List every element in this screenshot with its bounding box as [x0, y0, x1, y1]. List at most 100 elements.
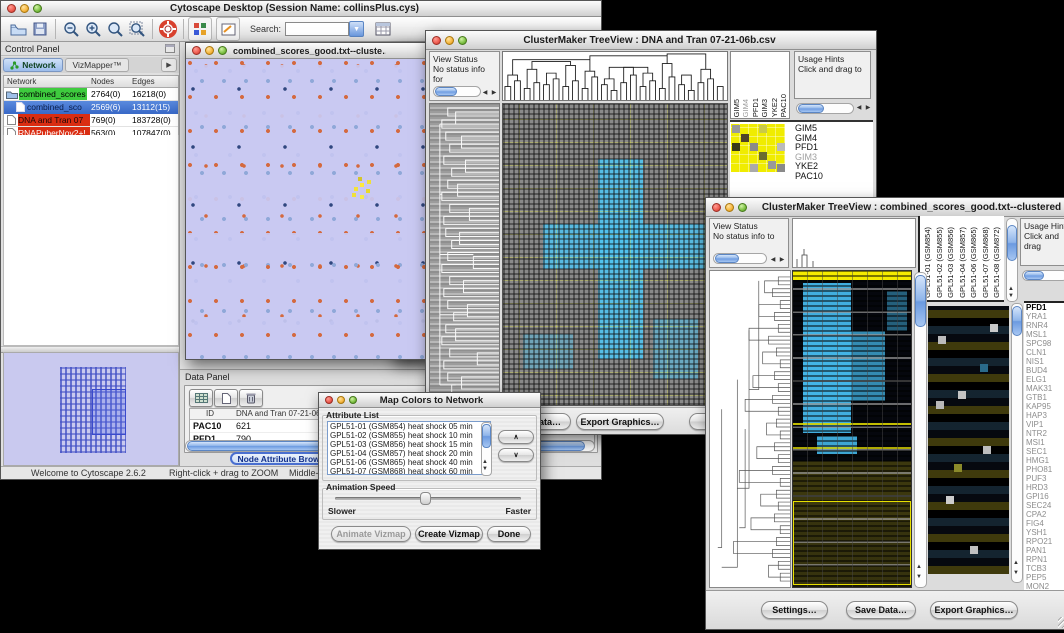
zoom-in-button[interactable] [82, 18, 104, 40]
close-button[interactable] [7, 4, 16, 13]
export-graphics-button[interactable]: Export Graphics… [930, 601, 1018, 619]
search-input[interactable] [285, 22, 349, 36]
treeview1-title-bar[interactable]: ClusterMaker TreeView : DNA and Tran 07-… [426, 31, 876, 50]
new-attribute-button[interactable] [214, 389, 238, 407]
minimize-button[interactable] [205, 46, 214, 55]
zoom-button[interactable] [349, 396, 357, 404]
zoom-out-button[interactable] [60, 18, 82, 40]
scroll-thumb[interactable] [435, 87, 457, 96]
delete-attribute-button[interactable] [239, 389, 263, 407]
zoom-heatmap[interactable] [928, 306, 1009, 574]
attribute-list-item[interactable]: GPL51-06 (GSM865) heat shock 40 min [330, 458, 490, 467]
zoom-selected-button[interactable] [104, 18, 126, 40]
attribute-mapper-button[interactable] [188, 17, 212, 41]
mini-heatmap[interactable] [731, 124, 785, 172]
main-heatmap[interactable] [502, 103, 728, 406]
zoom-vscrollbar[interactable] [1011, 303, 1023, 583]
resize-grip[interactable] [1058, 617, 1064, 628]
browser-table-button[interactable] [372, 18, 394, 40]
scroll-thumb[interactable] [1007, 225, 1017, 261]
speed-slider-thumb[interactable] [420, 492, 431, 505]
network-row-selected[interactable]: combined_sco 2569(6) 13112(15) [4, 101, 178, 114]
minimize-button[interactable] [337, 396, 345, 404]
tab-vizmapper[interactable]: VizMapper™ [65, 58, 129, 72]
zoom-fit-button[interactable] [126, 18, 148, 40]
id-header[interactable]: ID [206, 409, 214, 419]
scroll-thumb[interactable] [1024, 271, 1044, 280]
scroll-thumb[interactable] [915, 275, 926, 327]
help-button[interactable] [157, 18, 179, 40]
close-button[interactable] [325, 396, 333, 404]
annotation-button[interactable] [216, 17, 240, 41]
scroll-down-arrow[interactable]: ▼ [1012, 570, 1020, 576]
header-nodes[interactable]: Nodes [91, 76, 131, 87]
scroll-up-arrow[interactable]: ▲ [915, 564, 923, 570]
treeview2-title-bar[interactable]: ClusterMaker TreeView : combined_scores_… [706, 198, 1064, 217]
column-dendrogram[interactable] [502, 51, 728, 101]
heatmap-vscrollbar[interactable] [914, 272, 927, 588]
attribute-list-item[interactable]: GPL51-02 (GSM855) heat shock 10 min [330, 431, 490, 440]
zoom-button[interactable] [33, 4, 42, 13]
scroll-down-arrow[interactable]: ▼ [1007, 293, 1015, 299]
row-dendrogram[interactable] [709, 270, 791, 588]
open-session-button[interactable] [7, 18, 29, 40]
usage-scrollbar[interactable] [1022, 270, 1064, 281]
network-list-header[interactable]: Network Nodes Edges [4, 76, 178, 88]
zoom-button[interactable] [458, 36, 467, 45]
save-session-button[interactable] [29, 18, 51, 40]
tab-network[interactable]: Network [3, 58, 63, 72]
header-edges[interactable]: Edges [132, 76, 179, 87]
scroll-down-arrow[interactable]: ▼ [481, 466, 489, 472]
scroll-down-arrow[interactable]: ▼ [915, 574, 923, 580]
attribute-list-item[interactable]: GPL51-01 (GSM854) heat shock 05 min [330, 422, 490, 431]
export-graphics-button[interactable]: Export Graphics… [576, 413, 664, 430]
attribute-list-item[interactable]: GPL51-04 (GSM857) heat shock 20 min [330, 449, 490, 458]
network-canvas[interactable] [186, 59, 426, 359]
minimize-button[interactable] [445, 36, 454, 45]
settings-button[interactable]: Settings… [761, 601, 828, 619]
dialog-title-bar[interactable]: Map Colors to Network [319, 393, 540, 408]
scroll-thumb[interactable] [798, 104, 824, 113]
attribute-column-header[interactable]: DNA and Tran 07-21-06b [236, 409, 325, 419]
network-title-bar[interactable]: combined_scores_good.txt--cluste… [186, 43, 426, 59]
scroll-left-arrow[interactable]: ◀ [769, 257, 777, 263]
main-title-bar[interactable]: Cytoscape Desktop (Session Name: collins… [1, 1, 601, 17]
minimize-button[interactable] [725, 203, 734, 212]
scroll-left-arrow[interactable]: ◀ [855, 105, 863, 111]
scroll-thumb[interactable] [482, 424, 491, 448]
main-heatmap[interactable] [792, 270, 912, 588]
header-network[interactable]: Network [7, 76, 36, 87]
attribute-list-item[interactable]: GPL51-07 (GSM868) heat shock 60 min [330, 467, 490, 475]
attribute-list-item[interactable]: GPL51-03 (GSM856) heat shock 15 min [330, 440, 490, 449]
close-button[interactable] [712, 203, 721, 212]
network-overview[interactable] [3, 352, 179, 466]
attribute-select-button[interactable] [189, 389, 213, 407]
overview-viewport-rect[interactable] [92, 389, 126, 435]
status-scrollbar[interactable] [713, 253, 767, 264]
minimize-button[interactable] [20, 4, 29, 13]
close-button[interactable] [192, 46, 201, 55]
create-vizmap-button[interactable]: Create Vizmap [415, 526, 483, 542]
scroll-up-arrow[interactable]: ▲ [1012, 560, 1020, 566]
save-data-button[interactable]: Save Data… [846, 601, 916, 619]
network-row[interactable]: combined_scores 2764(0) 16218(0) [4, 88, 178, 101]
status-scrollbar[interactable] [433, 86, 481, 97]
move-up-button[interactable]: ∧ [498, 430, 534, 444]
usage-scrollbar[interactable] [796, 103, 854, 114]
animate-vizmap-button[interactable]: Animate Vizmap [331, 526, 411, 542]
zoom-button[interactable] [218, 46, 227, 55]
float-panel-icon[interactable] [165, 44, 175, 53]
scroll-thumb[interactable] [1012, 306, 1022, 336]
column-dendrogram[interactable] [792, 218, 916, 268]
network-row[interactable]: DNA and Tran 07 769(0) 183728(0) [4, 114, 178, 127]
scroll-up-arrow[interactable]: ▲ [1007, 286, 1015, 292]
scroll-right-arrow[interactable]: ▶ [864, 105, 872, 111]
move-down-button[interactable]: ∨ [498, 448, 534, 462]
done-button[interactable]: Done [487, 526, 531, 542]
zoom-button[interactable] [738, 203, 747, 212]
search-dropdown-button[interactable]: ▼ [349, 21, 364, 37]
tab-overflow-button[interactable]: ▶ [161, 58, 177, 72]
scroll-thumb[interactable] [715, 254, 739, 263]
scroll-right-arrow[interactable]: ▶ [778, 257, 786, 263]
row-dendrogram[interactable] [429, 103, 500, 406]
